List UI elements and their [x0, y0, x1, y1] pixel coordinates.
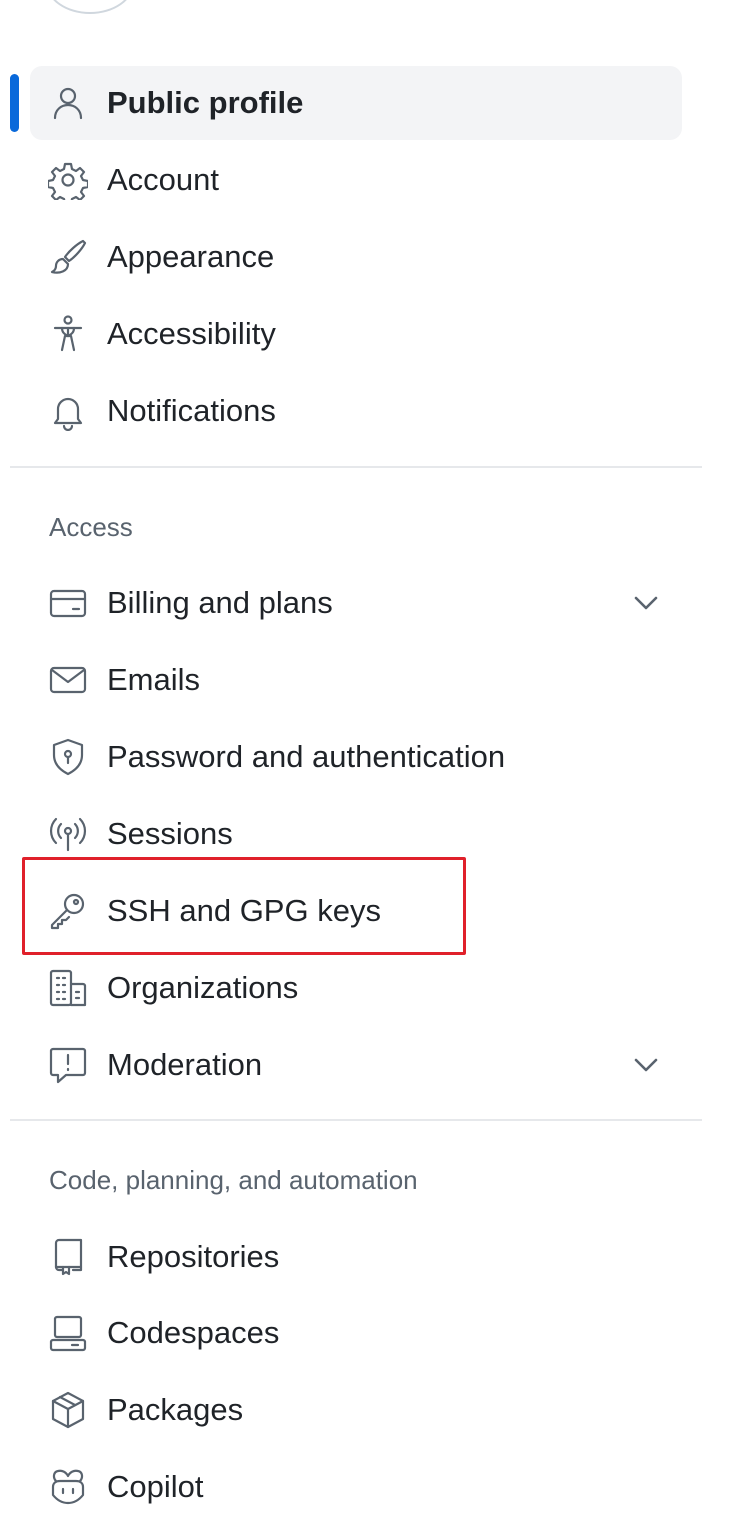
sidebar-item-organizations[interactable]: Organizations [30, 951, 682, 1025]
bell-icon [48, 391, 88, 431]
sidebar-item-appearance[interactable]: Appearance [30, 220, 682, 294]
selected-indicator [10, 74, 19, 132]
person-icon [48, 83, 88, 123]
accessibility-icon [48, 314, 88, 354]
paintbrush-icon [48, 237, 88, 277]
sidebar-item-account[interactable]: Account [30, 143, 682, 217]
sidebar-item-password-and-authentication[interactable]: Password and authentication [30, 720, 682, 794]
sidebar-item-emails[interactable]: Emails [30, 643, 682, 717]
avatar[interactable] [46, 0, 134, 14]
sidebar-item-repositories[interactable]: Repositories [30, 1220, 682, 1294]
sidebar-item-label: Moderation [107, 1047, 263, 1082]
section-heading-code-planning-automation: Code, planning, and automation [49, 1165, 418, 1195]
sidebar-item-ssh-and-gpg-keys[interactable]: SSH and GPG keys [30, 874, 682, 948]
codespaces-icon [48, 1313, 88, 1353]
gear-icon [48, 160, 88, 200]
sidebar-item-label: Password and authentication [107, 739, 506, 774]
sidebar-item-label: SSH and GPG keys [107, 893, 381, 928]
sidebar-item-label: Public profile [107, 85, 304, 120]
sidebar-item-label: Accessibility [107, 316, 276, 351]
sidebar-item-public-profile[interactable]: Public profile [30, 66, 682, 140]
section-divider [10, 466, 702, 468]
sidebar-item-moderation[interactable]: Moderation [30, 1028, 682, 1102]
sidebar-item-accessibility[interactable]: Accessibility [30, 297, 682, 371]
sidebar-item-label: Repositories [107, 1239, 280, 1274]
mail-icon [48, 660, 88, 700]
chevron-down-icon[interactable] [632, 1051, 660, 1079]
chevron-down-icon[interactable] [632, 589, 660, 617]
organization-icon [48, 968, 88, 1008]
sidebar-item-notifications[interactable]: Notifications [30, 374, 682, 448]
sidebar-item-label: Emails [107, 662, 201, 697]
sidebar-item-label: Sessions [107, 816, 233, 851]
sidebar-item-sessions[interactable]: Sessions [30, 797, 682, 871]
sidebar-item-label: Account [107, 162, 220, 197]
broadcast-icon [48, 814, 88, 854]
sidebar-item-label: Packages [107, 1392, 244, 1427]
repo-icon [48, 1237, 88, 1277]
sidebar-item-label: Appearance [107, 239, 275, 274]
sidebar-item-label: Billing and plans [107, 585, 333, 620]
sidebar-item-label: Notifications [107, 393, 276, 428]
sidebar-item-copilot[interactable]: Copilot [30, 1450, 682, 1524]
key-icon [48, 891, 88, 931]
sidebar-item-label: Copilot [107, 1469, 204, 1504]
sidebar-item-label: Organizations [107, 970, 299, 1005]
copilot-icon [48, 1467, 88, 1507]
shield-lock-icon [48, 737, 88, 777]
package-icon [48, 1390, 88, 1430]
credit-card-icon [48, 583, 88, 623]
sidebar-item-packages[interactable]: Packages [30, 1373, 682, 1447]
sidebar-item-billing-and-plans[interactable]: Billing and plans [30, 566, 682, 640]
sidebar-item-label: Codespaces [107, 1315, 280, 1350]
sidebar-item-codespaces[interactable]: Codespaces [30, 1296, 682, 1370]
section-heading-access: Access [49, 512, 133, 542]
section-divider [10, 1119, 702, 1121]
report-icon [48, 1045, 88, 1085]
